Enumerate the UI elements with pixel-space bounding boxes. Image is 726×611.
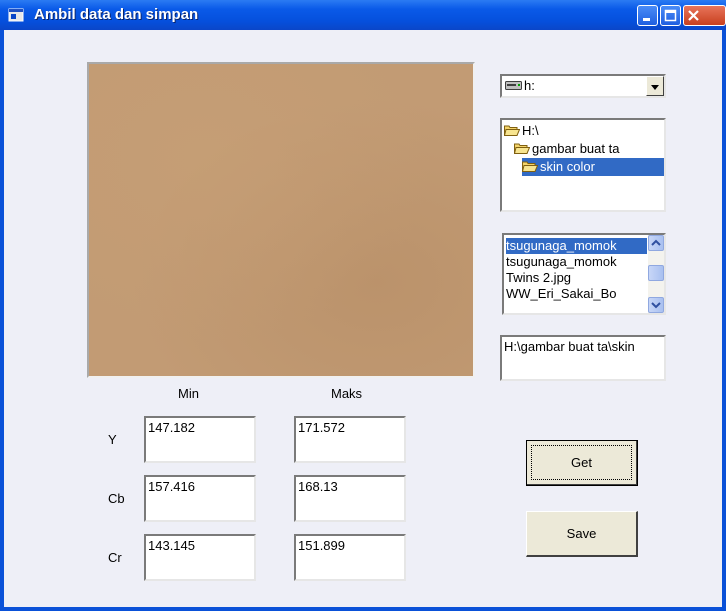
file-item[interactable]: WW_Eri_Sakai_Bo	[506, 286, 647, 302]
close-icon	[688, 10, 699, 21]
maximize-button[interactable]	[660, 5, 681, 26]
title-bar[interactable]: Ambil data dan simpan	[0, 0, 726, 30]
cb-label: Cb	[108, 491, 125, 506]
open-folder-icon	[504, 125, 520, 136]
file-item[interactable]: tsugunaga_momok	[506, 238, 647, 254]
dir-item-skin-color[interactable]: skin color	[522, 158, 664, 176]
file-item[interactable]: tsugunaga_momok	[506, 254, 647, 270]
path-field[interactable]: H:\gambar buat ta\skin	[500, 335, 666, 381]
minimize-button[interactable]	[637, 5, 658, 26]
app-icon	[8, 8, 24, 22]
max-label: Maks	[331, 386, 363, 401]
dir-item-root[interactable]: H:\	[504, 122, 539, 140]
open-folder-icon	[514, 143, 530, 154]
scroll-down-icon[interactable]	[648, 297, 664, 313]
focus-rectangle	[531, 445, 632, 480]
dir-item-label: skin color	[540, 159, 595, 174]
get-button[interactable]: Get	[526, 440, 638, 486]
min-label: Min	[178, 386, 199, 401]
form-client-area: Min Maks Y Cb Cr 147.182 171.572 157.416…	[4, 30, 722, 607]
cb-max-field[interactable]: 168.13	[294, 475, 406, 522]
scroll-up-icon[interactable]	[648, 235, 664, 251]
dir-item-gambar[interactable]: gambar buat ta	[514, 140, 619, 158]
dir-item-label: gambar buat ta	[532, 141, 620, 156]
chevron-down-icon[interactable]	[646, 76, 664, 96]
y-min-field[interactable]: 147.182	[144, 416, 256, 463]
save-button-label: Save	[566, 526, 597, 541]
cr-max-field[interactable]: 151.899	[294, 534, 406, 581]
file-item[interactable]: Twins 2.jpg	[506, 270, 647, 286]
file-list-scrollbar[interactable]	[648, 235, 664, 313]
folder-icon	[522, 161, 538, 172]
close-button[interactable]	[683, 5, 726, 26]
cr-min-field[interactable]: 143.145	[144, 534, 256, 581]
drive-icon	[505, 81, 522, 90]
drive-combo[interactable]: h:	[500, 74, 666, 98]
image-preview	[87, 62, 475, 378]
dir-item-label: H:\	[522, 123, 539, 138]
cb-min-field[interactable]: 157.416	[144, 475, 256, 522]
directory-list[interactable]: H:\ gambar buat ta skin color	[500, 118, 666, 212]
window-title: Ambil data dan simpan	[34, 6, 199, 23]
drive-combo-value: h:	[524, 78, 535, 93]
app-window: Ambil data dan simpan Min Maks Y Cb Cr 1…	[0, 0, 726, 611]
cr-label: Cr	[108, 550, 122, 565]
scroll-thumb[interactable]	[648, 265, 664, 281]
maximize-icon	[664, 9, 677, 22]
save-button[interactable]: Save	[526, 511, 638, 557]
y-max-field[interactable]: 171.572	[294, 416, 406, 463]
y-label: Y	[108, 432, 117, 447]
minimize-icon	[643, 18, 650, 21]
file-list[interactable]: tsugunaga_momok tsugunaga_momok Twins 2.…	[502, 233, 666, 315]
